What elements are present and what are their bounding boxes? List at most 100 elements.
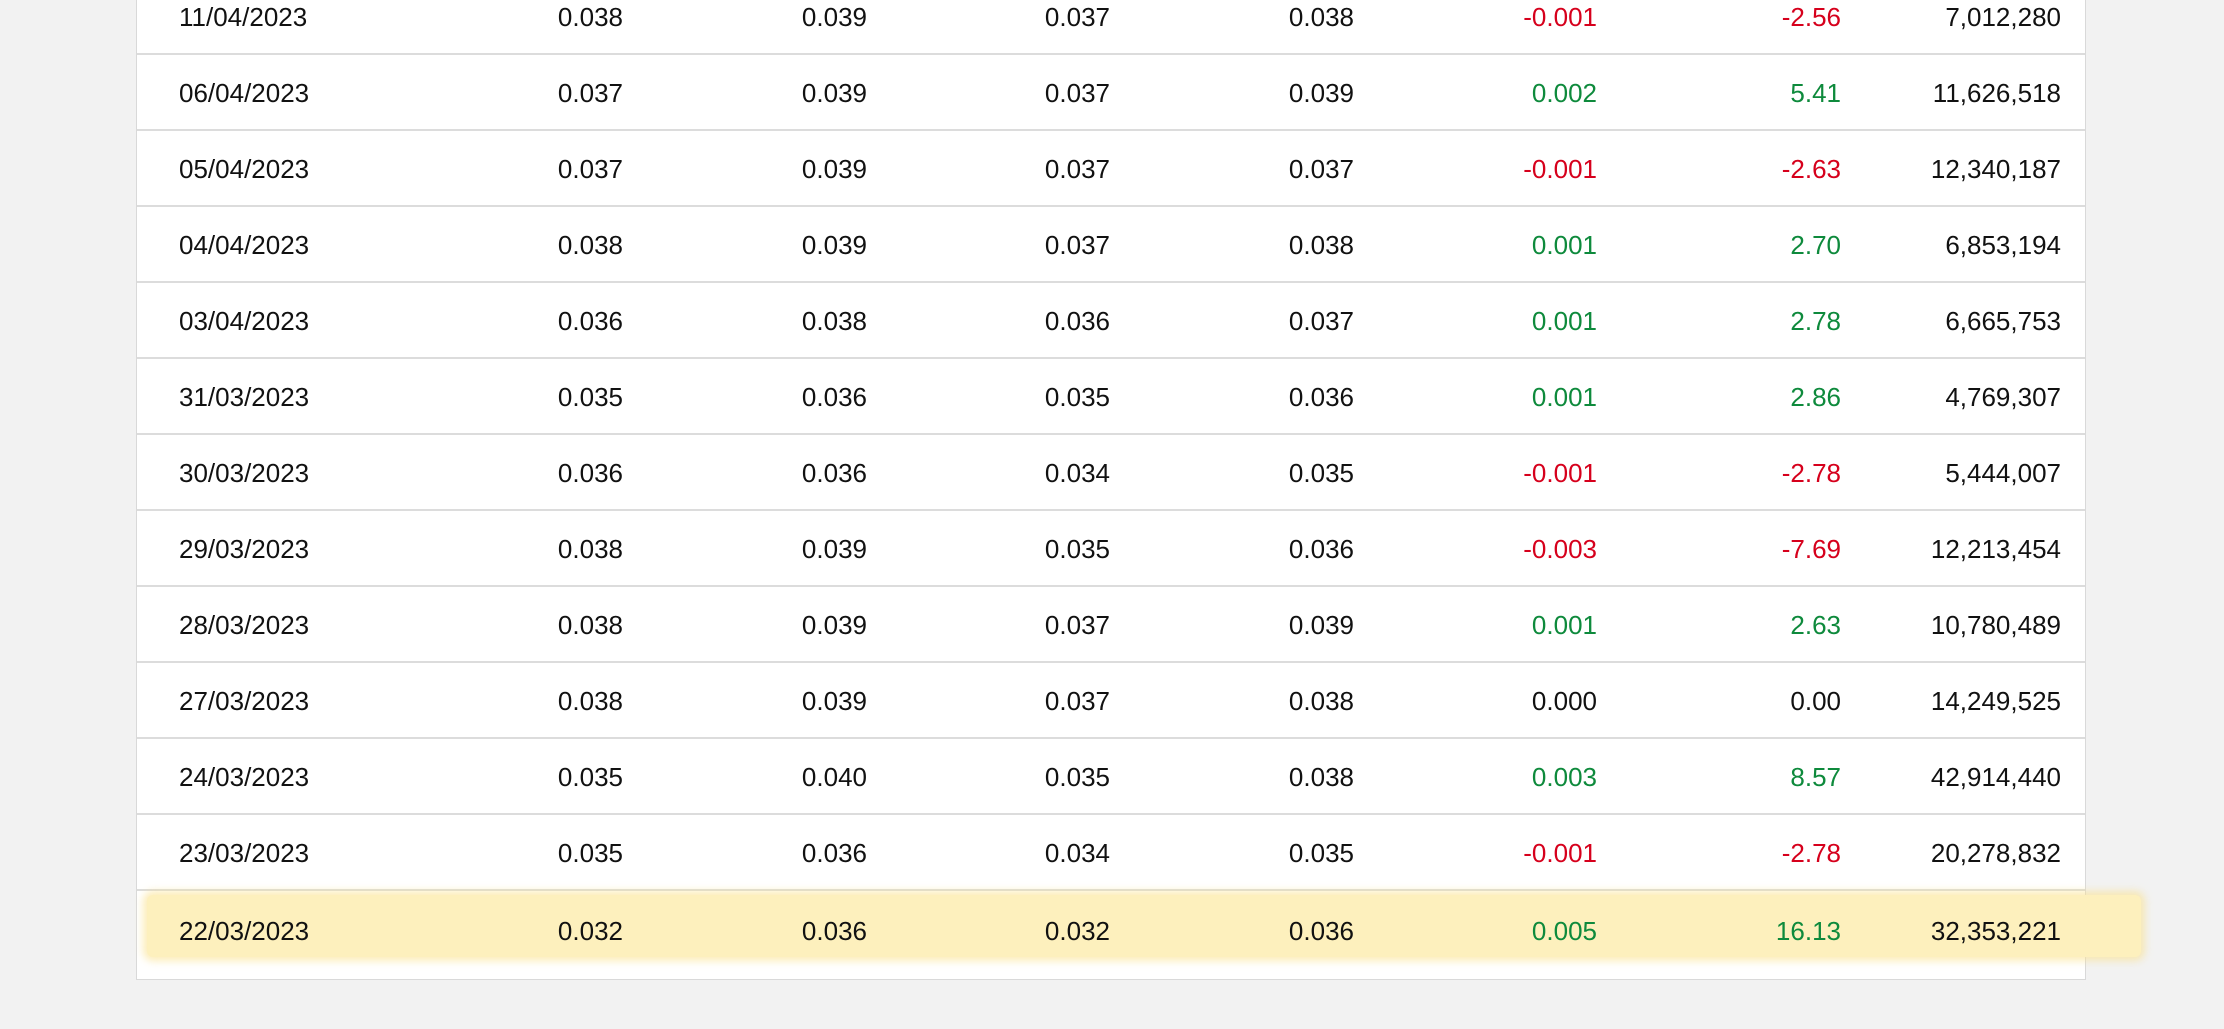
change-cell: 0.005 (1531, 916, 1597, 946)
low-cell: 0.035 (1044, 382, 1110, 412)
low-cell: 0.037 (1044, 230, 1110, 260)
close-cell: 0.036 (1288, 534, 1354, 564)
volume-cell: 42,914,440 (1930, 762, 2061, 792)
volume-cell: 11,626,518 (1932, 78, 2061, 108)
low-cell: 0.035 (1044, 534, 1110, 564)
high-cell: 0.039 (801, 686, 867, 716)
change-cell: 0.001 (1531, 306, 1597, 336)
change-percent-cell: 16.13 (1775, 916, 1841, 946)
date-cell: 03/04/2023 (179, 306, 310, 336)
high-cell: 0.039 (801, 230, 867, 260)
date-cell: 31/03/2023 (179, 382, 310, 412)
change-cell: 0.001 (1531, 230, 1597, 260)
low-cell: 0.035 (1044, 762, 1110, 792)
high-cell: 0.036 (801, 458, 867, 488)
change-cell: -0.001 (1523, 838, 1597, 868)
volume-cell: 6,665,753 (1945, 306, 2061, 336)
open-cell: 0.035 (557, 762, 623, 792)
table-row[interactable]: 30/03/2023 0.036 0.036 0.034 0.035 -0.001 -2.7… (137, 435, 2085, 511)
change-percent-cell: 0.00 (1790, 686, 1841, 716)
price-history-table: 11/04/2023 0.038 0.039 0.037 0.038 -0.001 -2.5… (136, 0, 2141, 980)
volume-cell: 14,249,525 (1930, 686, 2061, 716)
date-cell: 06/04/2023 (179, 78, 310, 108)
change-percent-cell: 2.63 (1790, 610, 1841, 640)
date-cell: 23/03/2023 (179, 838, 310, 868)
volume-cell: 12,340,187 (1930, 154, 2061, 184)
table-row[interactable]: 04/04/2023 0.038 0.039 0.037 0.038 0.001 2.70 6… (137, 207, 2085, 283)
low-cell: 0.036 (1044, 306, 1110, 336)
close-cell: 0.038 (1288, 686, 1354, 716)
table-row[interactable]: 05/04/2023 0.037 0.039 0.037 0.037 -0.001 -2.6… (137, 131, 2085, 207)
high-cell: 0.036 (801, 838, 867, 868)
change-percent-cell: -7.69 (1781, 534, 1841, 564)
low-cell: 0.034 (1044, 458, 1110, 488)
open-cell: 0.036 (557, 306, 623, 336)
change-percent-cell: -2.78 (1781, 458, 1841, 488)
table-row[interactable]: 31/03/2023 0.035 0.036 0.035 0.036 0.001 2.86 4… (137, 359, 2085, 435)
change-percent-cell: 8.57 (1790, 762, 1841, 792)
close-cell: 0.035 (1288, 458, 1354, 488)
table-row[interactable]: 06/04/2023 0.037 0.039 0.037 0.039 0.002 5.41 1… (137, 55, 2085, 131)
volume-cell: 20,278,832 (1930, 838, 2061, 868)
low-cell: 0.032 (1044, 916, 1110, 946)
close-cell: 0.038 (1288, 2, 1354, 32)
high-cell: 0.039 (801, 610, 867, 640)
volume-cell: 10,780,489 (1930, 610, 2061, 640)
change-cell: 0.002 (1531, 78, 1597, 108)
table-row[interactable]: 23/03/2023 0.035 0.036 0.034 0.035 -0.001 -2.7… (137, 815, 2085, 891)
date-cell: 22/03/2023 (179, 916, 310, 946)
high-cell: 0.039 (801, 534, 867, 564)
change-percent-cell: -2.63 (1781, 154, 1841, 184)
low-cell: 0.037 (1044, 78, 1110, 108)
close-cell: 0.038 (1288, 230, 1354, 260)
change-cell: -0.003 (1523, 534, 1597, 564)
low-cell: 0.037 (1044, 686, 1110, 716)
close-cell: 0.036 (1288, 382, 1354, 412)
high-cell: 0.038 (801, 306, 867, 336)
change-cell: 0.000 (1531, 686, 1597, 716)
table-row[interactable]: 29/03/2023 0.038 0.039 0.035 0.036 -0.003 -7.6… (137, 511, 2085, 587)
close-cell: 0.037 (1288, 154, 1354, 184)
open-cell: 0.037 (557, 154, 623, 184)
change-cell: -0.001 (1523, 2, 1597, 32)
date-cell: 05/04/2023 (179, 154, 310, 184)
change-cell: 0.001 (1531, 610, 1597, 640)
high-cell: 0.036 (801, 382, 867, 412)
open-cell: 0.038 (557, 230, 623, 260)
open-cell: 0.035 (557, 382, 623, 412)
high-cell: 0.036 (801, 916, 867, 946)
open-cell: 0.038 (557, 534, 623, 564)
change-percent-cell: -2.56 (1781, 2, 1841, 32)
open-cell: 0.038 (557, 610, 623, 640)
high-cell: 0.039 (801, 78, 867, 108)
volume-cell: 32,353,221 (1930, 916, 2061, 946)
table-row[interactable]: 11/04/2023 0.038 0.039 0.037 0.038 -0.001 -2.5… (137, 0, 2085, 55)
low-cell: 0.037 (1044, 154, 1110, 184)
volume-cell: 7,012,280 (1945, 2, 2061, 32)
table-row[interactable]: 03/04/2023 0.036 0.038 0.036 0.037 0.001 2.78 6… (137, 283, 2085, 359)
date-cell: 04/04/2023 (179, 230, 310, 260)
table-row[interactable]: 24/03/2023 0.035 0.040 0.035 0.038 0.003 8.57 4… (137, 739, 2085, 815)
change-cell: 0.003 (1531, 762, 1597, 792)
open-cell: 0.038 (557, 686, 623, 716)
date-cell: 24/03/2023 (179, 762, 310, 792)
date-cell: 29/03/2023 (179, 534, 310, 564)
table-row[interactable]: 27/03/2023 0.038 0.039 0.037 0.038 0.000 0.00 1… (137, 663, 2085, 739)
change-percent-cell: 5.41 (1790, 78, 1841, 108)
change-percent-cell: -2.78 (1781, 838, 1841, 868)
change-cell: 0.001 (1531, 382, 1597, 412)
close-cell: 0.038 (1288, 762, 1354, 792)
change-percent-cell: 2.78 (1790, 306, 1841, 336)
open-cell: 0.035 (557, 838, 623, 868)
close-cell: 0.036 (1288, 916, 1354, 946)
date-cell: 30/03/2023 (179, 458, 310, 488)
close-cell: 0.037 (1288, 306, 1354, 336)
volume-cell: 6,853,194 (1945, 230, 2061, 260)
close-cell: 0.039 (1288, 78, 1354, 108)
low-cell: 0.034 (1044, 838, 1110, 868)
table-row-highlighted[interactable]: 22/03/2023 0.032 0.036 0.032 0.036 0.005 16.13… (137, 891, 2141, 979)
date-cell: 27/03/2023 (179, 686, 310, 716)
table-row[interactable]: 28/03/2023 0.038 0.039 0.037 0.039 0.001 2.63 1… (137, 587, 2085, 663)
volume-cell: 5,444,007 (1945, 458, 2061, 488)
low-cell: 0.037 (1044, 610, 1110, 640)
